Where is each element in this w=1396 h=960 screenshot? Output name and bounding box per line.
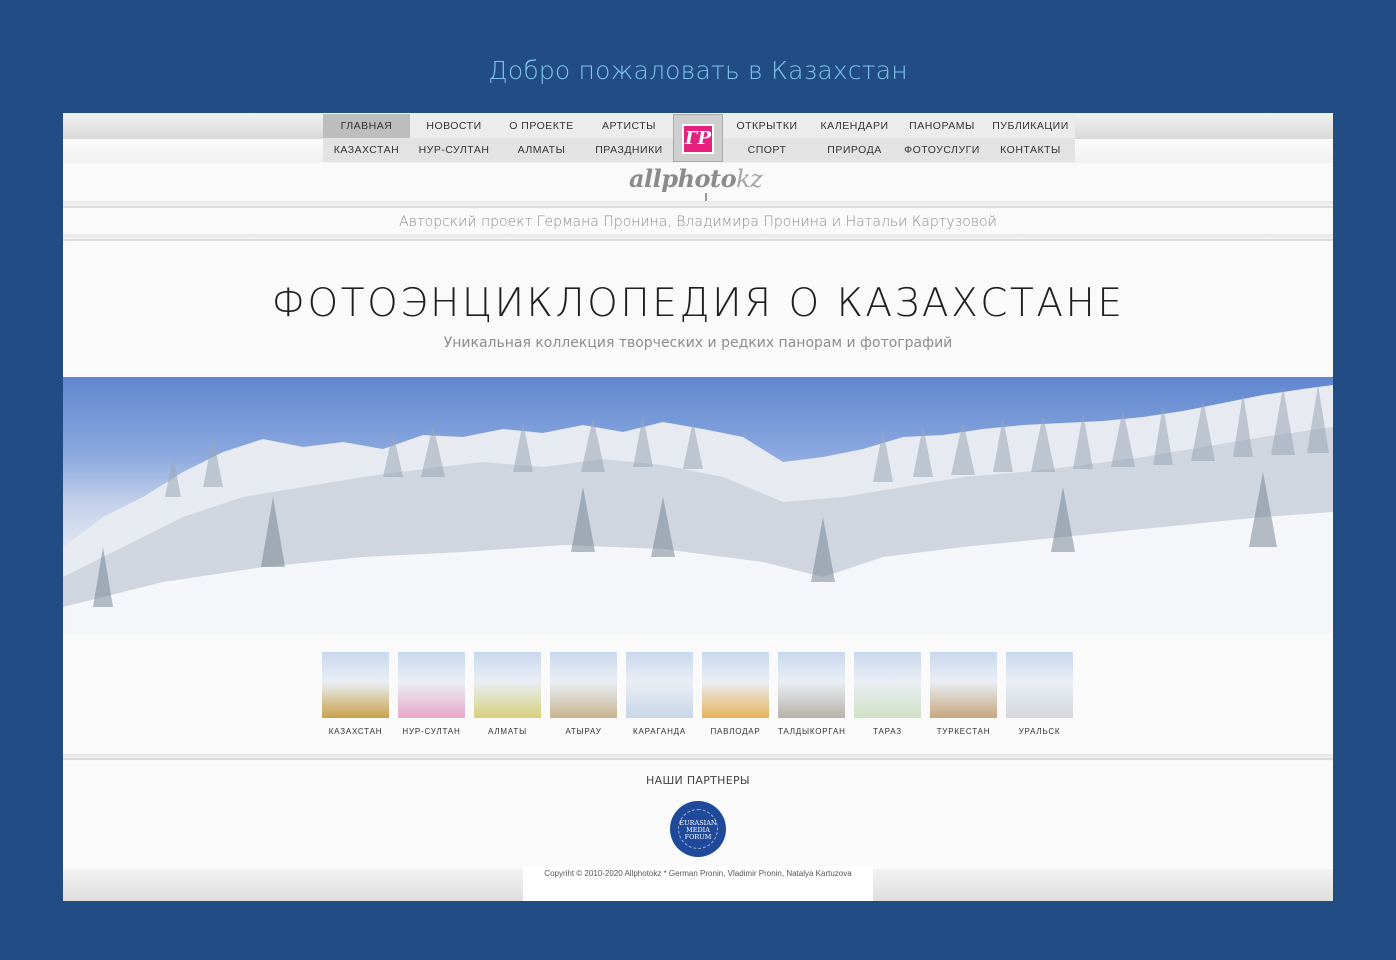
nav-item-publikacii[interactable]: ПУБЛИКАЦИИ (986, 114, 1075, 138)
nav-item-novosti[interactable]: НОВОСТИ (410, 114, 498, 138)
page-subtitle: Уникальная коллекция творческих и редких… (443, 335, 953, 351)
city-image (398, 652, 465, 718)
nav-item-o-proekte[interactable]: О ПРОЕКТЕ (498, 114, 585, 138)
city-image (474, 652, 541, 718)
city-thumb-uralsk[interactable]: УРАЛЬСК (1006, 652, 1073, 736)
nav-item-sport[interactable]: СПОРТ (723, 138, 811, 162)
city-image (930, 652, 997, 718)
city-label: АЛМАТЫ (488, 727, 527, 736)
nav-item-panoramy[interactable]: ПАНОРАМЫ (898, 114, 986, 138)
welcome-heading: Добро пожаловать в Казахстан (488, 56, 908, 85)
city-label: НУР-СУЛТАН (402, 727, 461, 736)
city-image (702, 652, 769, 718)
city-thumb-karaganda[interactable]: КАРАГАНДА (626, 652, 693, 736)
city-thumb-almaty[interactable]: АЛМАТЫ (474, 652, 541, 736)
divider (63, 206, 1333, 208)
nav-logo-button[interactable]: ГР (673, 114, 723, 162)
nav-item-artisty[interactable]: АРТИСТЫ (585, 114, 673, 138)
brand-suffix: kz (736, 165, 763, 193)
nav-item-otkrytki[interactable]: ОТКРЫТКИ (723, 114, 811, 138)
gp-logo-icon: ГР (682, 124, 714, 154)
nav-item-priroda[interactable]: ПРИРОДА (811, 138, 898, 162)
city-label: УРАЛЬСК (1018, 727, 1061, 736)
city-image (854, 652, 921, 718)
divider (63, 758, 1333, 760)
copyright-text: Copyriht © 2010-2020 Allphotokz * German… (544, 869, 852, 878)
site-container: ГЛАВНАЯ НОВОСТИ О ПРОЕКТЕ АРТИСТЫ ОТКРЫТ… (63, 113, 1333, 901)
partner-logo-line3: FORUM (685, 833, 712, 841)
city-label: ПАВЛОДАР (710, 727, 761, 736)
city-thumb-nur-sultan[interactable]: НУР-СУЛТАН (398, 652, 465, 736)
nav-item-glavnaya[interactable]: ГЛАВНАЯ (323, 114, 410, 138)
city-image (1006, 652, 1073, 718)
city-thumb-atyrau[interactable]: АТЫРАУ (550, 652, 617, 736)
panorama-illustration (63, 385, 1333, 634)
brand-main: allphoto (629, 164, 737, 193)
city-thumb-pavlodar[interactable]: ПАВЛОДАР (702, 652, 769, 736)
city-image (322, 652, 389, 718)
divider (63, 239, 1333, 241)
city-label: ТУРКЕСТАН (936, 727, 991, 736)
page-title: ФОТОЭНЦИКЛОПЕДИЯ О КАЗАХСТАНЕ (271, 281, 1125, 326)
allphotokz-logo[interactable]: allphotokz (629, 164, 779, 193)
city-label: АТЫРАУ (565, 727, 602, 736)
city-thumb-taldykorgan[interactable]: ТАЛДЫКОРГАН (778, 652, 845, 736)
city-label: ТАРАЗ (873, 727, 902, 736)
city-thumb-taraz[interactable]: ТАРАЗ (854, 652, 921, 736)
city-label: КАЗАХСТАН (328, 727, 383, 736)
city-label: ТАЛДЫКОРГАН (778, 727, 846, 736)
nav-item-prazdniki[interactable]: ПРАЗДНИКИ (585, 138, 673, 162)
nav-item-kalendari[interactable]: КАЛЕНДАРИ (811, 114, 898, 138)
city-thumb-kazakhstan[interactable]: КАЗАХСТАН (322, 652, 389, 736)
winter-panorama-image (63, 377, 1333, 634)
nav-item-nur-sultan[interactable]: НУР-СУЛТАН (410, 138, 498, 162)
nav-item-kazakhstan[interactable]: КАЗАХСТАН (323, 138, 410, 162)
nav-item-kontakty[interactable]: КОНТАКТЫ (986, 138, 1075, 162)
city-image (626, 652, 693, 718)
authors-line: Авторский проект Германа Пронина, Владим… (399, 214, 997, 230)
main-nav: ГЛАВНАЯ НОВОСТИ О ПРОЕКТЕ АРТИСТЫ ОТКРЫТ… (323, 113, 1075, 163)
eurasian-media-forum-logo[interactable]: EURASIAN MEDIA FORUM (670, 801, 726, 857)
city-image (778, 652, 845, 718)
city-label: КАРАГАНДА (633, 727, 686, 736)
partners-heading: НАШИ ПАРТНЕРЫ (646, 774, 750, 787)
city-thumb-turkestan[interactable]: ТУРКЕСТАН (930, 652, 997, 736)
nav-item-almaty[interactable]: АЛМАТЫ (498, 138, 585, 162)
nav-item-fotouslugi[interactable]: ФОТОУСЛУГИ (898, 138, 986, 162)
city-image (550, 652, 617, 718)
city-gallery: КАЗАХСТАН НУР-СУЛТАН АЛМАТЫ АТЫРАУ КАРАГ… (322, 652, 1074, 744)
